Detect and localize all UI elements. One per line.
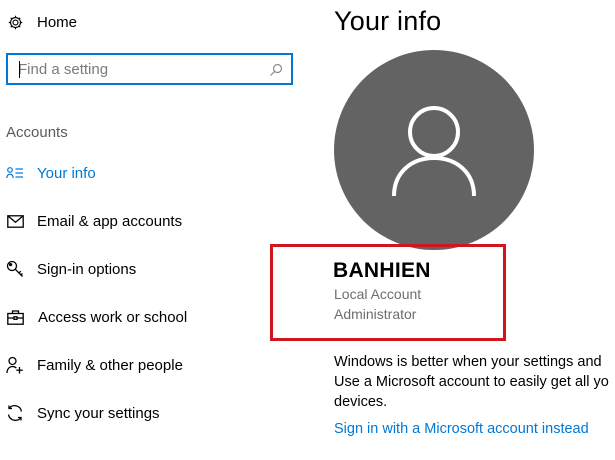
person-add-icon [6,356,24,374]
microsoft-account-link[interactable]: Sign in with a Microsoft account instead [334,421,589,437]
account-role: Administrator [334,306,417,322]
key-icon [6,260,24,278]
sidebar-item-label: Sign-in options [37,260,137,278]
section-title-accounts: Accounts [6,124,68,141]
text-caret [19,61,20,78]
sidebar-item-family-other-people[interactable]: Family & other people [6,354,183,376]
sidebar-item-access-work-or-school[interactable]: Access work or school [6,306,187,328]
sidebar-item-your-info[interactable]: Your info [6,162,96,184]
sidebar-item-label: Access work or school [38,308,188,326]
description-line: Windows is better when your settings and [334,354,602,370]
sidebar-item-sync-your-settings[interactable]: Sync your settings [6,402,160,424]
account-type: Local Account [334,286,422,302]
sidebar-item-label: Family & other people [37,356,183,374]
avatar [334,50,534,250]
sidebar-item-label: Your info [37,164,96,182]
mail-icon [6,212,24,230]
settings-sidebar: Home Accounts Your info [0,0,310,460]
sidebar-item-label: Sync your settings [37,404,160,422]
description-line: Use a Microsoft account to easily get al… [334,374,609,390]
page-title: Your info [334,6,442,36]
sidebar-item-email-app-accounts[interactable]: Email & app accounts [6,210,182,232]
home-nav-item[interactable]: Home [6,12,77,32]
sync-icon [6,404,24,422]
sidebar-item-sign-in-options[interactable]: Sign-in options [6,258,136,280]
gear-icon [6,13,24,31]
sidebar-item-label: Email & app accounts [37,212,183,230]
main-content: Your info BANHIEN Local Account Administ… [270,0,615,460]
search-input[interactable] [8,55,291,83]
description-line: devices. [334,394,388,410]
home-label: Home [37,13,78,31]
user-name: BANHIEN [333,259,431,282]
account-description: Windows is better when your settings and… [334,352,615,412]
search-icon[interactable] [268,62,284,78]
person-icon [392,106,476,197]
person-list-icon [6,164,24,182]
briefcase-icon [6,308,24,326]
search-box[interactable] [6,53,293,85]
